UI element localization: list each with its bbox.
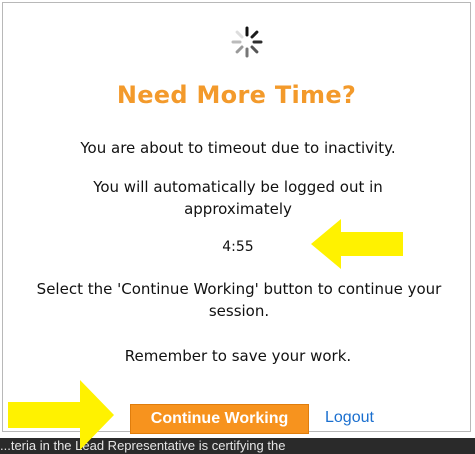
loading-spinner-icon <box>231 26 263 58</box>
dialog-title: Need More Time? <box>116 81 357 109</box>
logout-message: You will automatically be logged out in … <box>93 178 383 218</box>
pointer-arrow-icon <box>311 219 403 269</box>
logout-link[interactable]: Logout <box>325 409 374 427</box>
continue-instruction: Select the 'Continue Working' button to … <box>36 280 442 320</box>
timeout-message: You are about to timeout due to inactivi… <box>80 139 396 157</box>
save-reminder: Remember to save your work. <box>124 347 352 365</box>
pointer-arrow-icon <box>8 380 114 450</box>
continue-working-button[interactable]: Continue Working <box>130 404 309 434</box>
timeout-dialog: Need More Time? You are about to timeout… <box>2 2 471 434</box>
